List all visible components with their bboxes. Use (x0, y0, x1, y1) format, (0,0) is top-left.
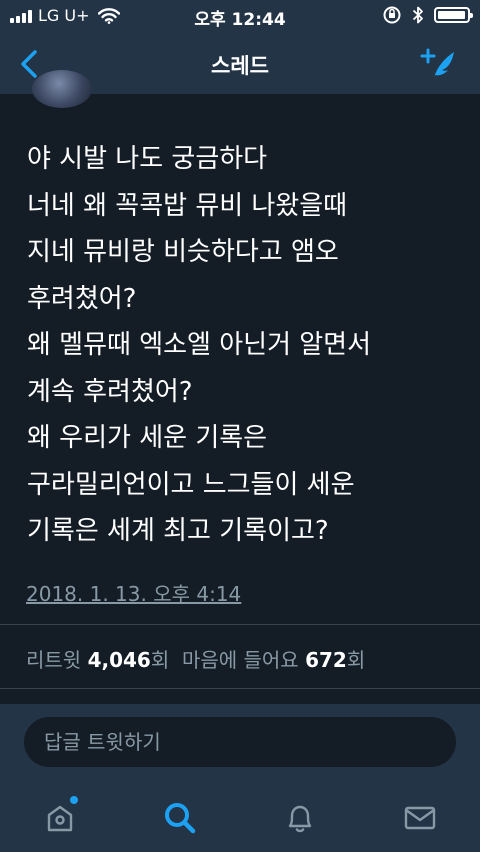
home-icon (47, 805, 73, 832)
divider (0, 624, 480, 625)
status-bar: LG U+ 오후 12:44 (0, 0, 480, 34)
tab-bar (0, 780, 480, 852)
divider (0, 688, 480, 689)
tweet-stats: 리트윗 4,046회 마음에 들어요 672회 (26, 644, 365, 673)
tweet-text: 야 시발 나도 궁금하다 너네 왜 꼭콕밥 뮤비 나왔을때 지네 뮤비랑 비슷하… (27, 144, 372, 546)
like-unit: 회 (346, 648, 366, 672)
retweet-label: 리트윗 (26, 648, 82, 672)
tab-notifications[interactable] (280, 798, 320, 838)
search-icon (165, 803, 196, 834)
retweet-unit: 회 (150, 648, 170, 672)
like-count[interactable]: 672 (305, 648, 347, 672)
mail-icon (404, 806, 436, 830)
like-label: 마음에 들어요 (181, 648, 299, 672)
reply-area (0, 704, 480, 780)
compose-tweet-icon (420, 48, 454, 78)
avatar[interactable] (32, 70, 92, 108)
tweet-timestamp[interactable]: 2018. 1. 13. 오후 4:14 (26, 578, 241, 607)
status-right (382, 5, 473, 25)
tab-messages[interactable] (400, 798, 440, 838)
battery-icon (434, 7, 473, 23)
compose-tweet-button[interactable] (420, 44, 460, 84)
orientation-lock-icon (383, 6, 401, 24)
retweet-count[interactable]: 4,046 (88, 648, 151, 672)
tab-search[interactable] (160, 798, 200, 838)
bell-icon (288, 805, 312, 833)
notification-dot (70, 796, 78, 804)
tab-home[interactable] (40, 796, 80, 838)
bluetooth-icon (412, 6, 423, 24)
reply-input[interactable] (24, 717, 456, 767)
